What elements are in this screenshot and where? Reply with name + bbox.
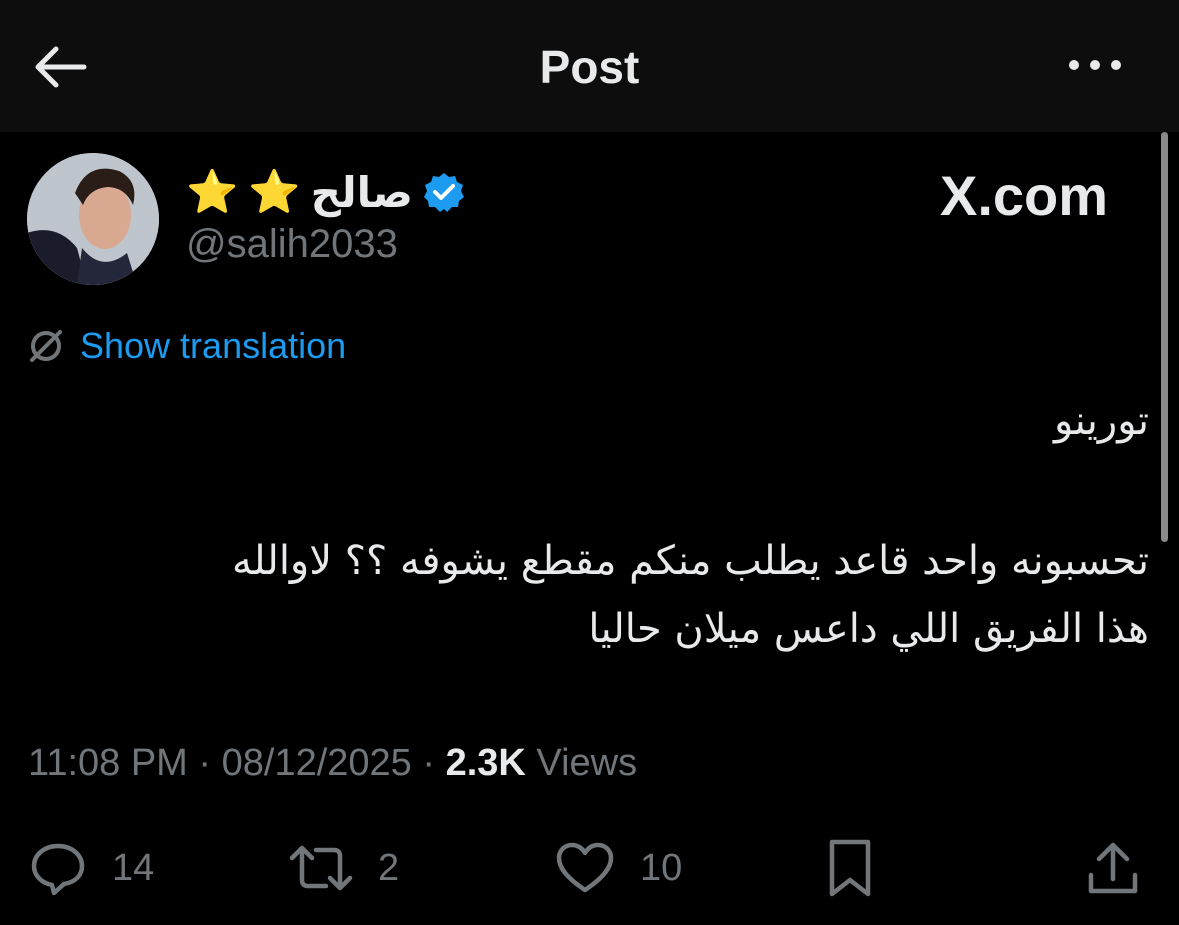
tweet-text-line: هذا الفريق اللي داعس ميلان حاليا — [588, 606, 1149, 652]
like-count: 10 — [640, 846, 683, 889]
views-count: 2.3K — [445, 742, 526, 784]
reply-count: 14 — [112, 846, 155, 889]
bookmark-icon — [829, 839, 871, 897]
page-title: Post — [539, 41, 640, 93]
show-translation-label: Show translation — [80, 325, 347, 366]
bookmark-button[interactable] — [826, 838, 874, 898]
author-name-row[interactable]: ⭐ ⭐ صالح — [186, 160, 465, 224]
tweet-time[interactable]: 11:08 PM — [28, 742, 188, 784]
more-options-button[interactable] — [1060, 50, 1130, 80]
translate-icon — [30, 330, 62, 362]
meta-separator: · — [411, 742, 446, 784]
meta-separator: · — [187, 742, 222, 784]
views-label: Views — [525, 742, 638, 784]
star-icon: ⭐ — [248, 168, 301, 215]
tweet-date[interactable]: 08/12/2025 — [222, 742, 412, 784]
avatar-photo-icon — [27, 153, 159, 285]
author-display-name[interactable]: صالح — [311, 168, 413, 217]
author-handle[interactable]: @salih2033 — [186, 222, 398, 267]
tweet-meta: 11:08 PM · 08/12/2025 · 2.3K Views — [28, 742, 637, 785]
verified-badge-icon — [424, 173, 464, 212]
share-icon — [1088, 842, 1138, 894]
avatar[interactable] — [27, 153, 159, 285]
reply-icon — [31, 843, 85, 896]
more-horizontal-icon — [1069, 60, 1121, 70]
like-button[interactable]: 10 — [554, 838, 682, 898]
source-watermark: X.com — [940, 164, 1109, 227]
repost-count: 2 — [378, 846, 400, 889]
tweet-text-line: تحسبونه واحد قاعد يطلب منكم مقطع يشوفه ؟… — [231, 538, 1149, 584]
show-translation-button[interactable]: Show translation — [26, 325, 346, 367]
scrollbar[interactable] — [1161, 132, 1168, 542]
heart-icon — [556, 842, 614, 893]
share-button[interactable] — [1085, 838, 1141, 898]
tweet-text-line: تورينو — [1054, 398, 1149, 444]
top-bar: Post — [0, 0, 1179, 132]
repost-icon — [289, 845, 353, 891]
star-icon: ⭐ — [186, 168, 239, 215]
reply-button[interactable]: 14 — [28, 838, 154, 898]
repost-button[interactable]: 2 — [288, 838, 399, 898]
